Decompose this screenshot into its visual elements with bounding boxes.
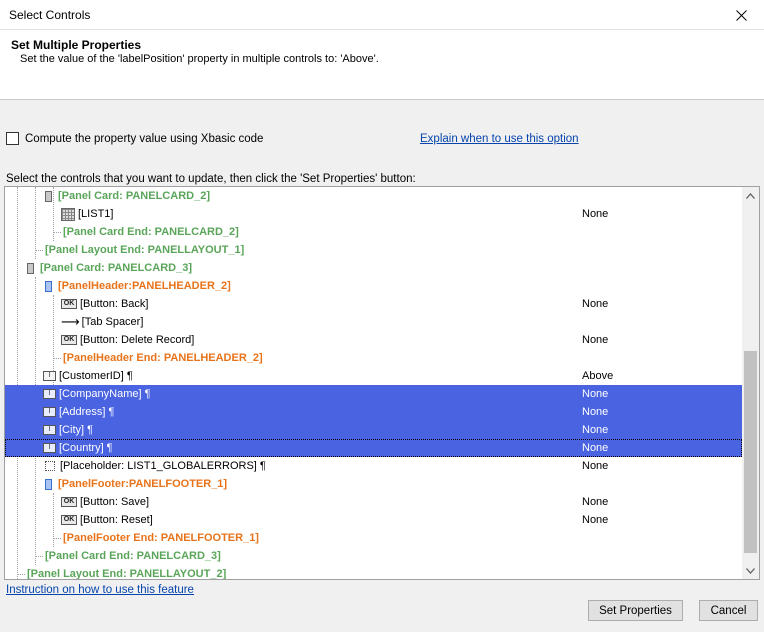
scroll-up-button[interactable] (742, 187, 759, 204)
list-icon (61, 207, 75, 221)
controls-tree[interactable]: [Panel Card: PANELCARD_2] [LIST1] None [… (4, 186, 760, 580)
tree-row[interactable]: [PanelFooter End: PANELFOOTER_1] (5, 529, 742, 547)
tree-row[interactable]: [PanelHeader End: PANELHEADER_2] (5, 349, 742, 367)
row-label: [PanelHeader:PANELHEADER_2] (58, 280, 231, 292)
row-label: [Panel Card: PANELCARD_2] (58, 190, 210, 202)
close-icon (735, 9, 747, 21)
compute-option[interactable]: Compute the property value using Xbasic … (6, 132, 263, 145)
row-label: [Address] ¶ (59, 406, 115, 418)
row-label: [PanelFooter:PANELFOOTER_1] (58, 478, 228, 490)
panel-card-icon (45, 190, 52, 202)
row-value: None (582, 208, 609, 220)
tree-row-selected[interactable]: I [Address] ¶ None (5, 403, 742, 421)
tree-row[interactable]: [PanelHeader:PANELHEADER_2] (5, 277, 742, 295)
tree-row[interactable]: [Panel Card End: PANELCARD_3] (5, 547, 742, 565)
button-icon: OK (61, 515, 77, 525)
tree-row[interactable]: ⟶ [Tab Spacer] (5, 313, 742, 331)
row-value: None (582, 424, 609, 436)
row-label: [Button: Save] (80, 496, 150, 508)
tree-row[interactable]: OK [Button: Back] None (5, 295, 742, 313)
row-label: [LIST1] (78, 208, 114, 220)
tree-row[interactable]: [Panel Layout End: PANELLAYOUT_2] (5, 565, 742, 579)
button-icon: OK (61, 299, 77, 309)
field-icon: I (43, 389, 56, 399)
row-value: None (582, 442, 609, 454)
row-value: None (582, 514, 609, 526)
field-icon: I (43, 443, 56, 453)
tree-row[interactable]: OK [Button: Delete Record] None (5, 331, 742, 349)
row-label: [Panel Card End: PANELCARD_3] (45, 550, 221, 562)
header-title: Set Multiple Properties (11, 38, 142, 52)
tree-row-selected[interactable]: I [Country] ¶ None (5, 439, 742, 457)
row-label: [Button: Reset] (80, 514, 153, 526)
row-label: [Panel Card: PANELCARD_3] (40, 262, 192, 274)
panel-card-icon (27, 262, 34, 274)
scroll-down-button[interactable] (742, 562, 759, 579)
row-value: None (582, 298, 609, 310)
tree-row[interactable]: [Panel Card: PANELCARD_2] (5, 187, 742, 205)
tree-row[interactable]: [Placeholder: LIST1_GLOBALERRORS] ¶ None (5, 457, 742, 475)
scroll-thumb[interactable] (744, 351, 757, 553)
tree-row[interactable]: [PanelFooter:PANELFOOTER_1] (5, 475, 742, 493)
row-label: [CustomerID] ¶ (59, 370, 133, 382)
row-label: [CompanyName] ¶ (59, 388, 151, 400)
select-instructions: Select the controls that you want to upd… (6, 173, 416, 185)
row-label: [PanelHeader End: PANELHEADER_2] (63, 352, 263, 364)
tree-row[interactable]: I [CustomerID] ¶ Above (5, 367, 742, 385)
row-value: None (582, 334, 609, 346)
tree-row[interactable]: OK [Button: Save] None (5, 493, 742, 511)
cancel-button[interactable]: Cancel (699, 600, 758, 621)
row-label: [Panel Layout End: PANELLAYOUT_2] (27, 568, 227, 579)
row-value: None (582, 388, 609, 400)
tree-row-selected[interactable]: I [City] ¶ None (5, 421, 742, 439)
row-label: [Panel Card End: PANELCARD_2] (63, 226, 239, 238)
tree-row[interactable]: [Panel Card End: PANELCARD_2] (5, 223, 742, 241)
field-icon: I (43, 425, 56, 435)
tab-spacer-icon: ⟶ (61, 314, 80, 329)
chevron-up-icon (746, 192, 755, 199)
placeholder-icon (45, 461, 55, 471)
tree-row[interactable]: [Panel Layout End: PANELLAYOUT_1] (5, 241, 742, 259)
close-button[interactable] (718, 0, 764, 30)
row-label: [Placeholder: LIST1_GLOBALERRORS] ¶ (60, 460, 266, 472)
field-icon: I (43, 407, 56, 417)
compute-checkbox[interactable] (6, 132, 19, 145)
dialog-header: Set Multiple Properties Set the value of… (0, 30, 764, 100)
row-label: [Tab Spacer] (81, 316, 144, 328)
button-icon: OK (61, 497, 77, 507)
tree-rows: [Panel Card: PANELCARD_2] [LIST1] None [… (5, 187, 742, 579)
window-title: Select Controls (9, 8, 91, 22)
row-value: None (582, 496, 609, 508)
row-value: None (582, 406, 609, 418)
panel-header-icon (45, 280, 52, 292)
tree-row[interactable]: [LIST1] None (5, 205, 742, 223)
tree-row-selected[interactable]: I [CompanyName] ¶ None (5, 385, 742, 403)
tree-scrollbar[interactable] (742, 187, 759, 579)
compute-checkbox-label: Compute the property value using Xbasic … (25, 132, 264, 145)
title-bar: Select Controls (0, 0, 764, 30)
header-description: Set the value of the 'labelPosition' pro… (20, 53, 379, 65)
row-value: None (582, 460, 609, 472)
row-label: [Country] ¶ (59, 442, 113, 454)
set-properties-button[interactable]: Set Properties (588, 600, 683, 621)
row-label: [Button: Delete Record] (80, 334, 195, 346)
chevron-down-icon (746, 567, 755, 574)
instruction-link[interactable]: Instruction on how to use this feature (6, 584, 194, 596)
row-label: [City] ¶ (59, 424, 94, 436)
button-icon: OK (61, 335, 77, 345)
row-label: [PanelFooter End: PANELFOOTER_1] (63, 532, 259, 544)
panel-footer-icon (45, 478, 52, 490)
explain-link[interactable]: Explain when to use this option (420, 133, 579, 145)
row-label: [Panel Layout End: PANELLAYOUT_1] (45, 244, 245, 256)
field-icon: I (43, 371, 56, 381)
tree-row[interactable]: OK [Button: Reset] None (5, 511, 742, 529)
tree-row[interactable]: [Panel Card: PANELCARD_3] (5, 259, 742, 277)
row-label: [Button: Back] (80, 298, 149, 310)
row-value: Above (582, 370, 614, 382)
